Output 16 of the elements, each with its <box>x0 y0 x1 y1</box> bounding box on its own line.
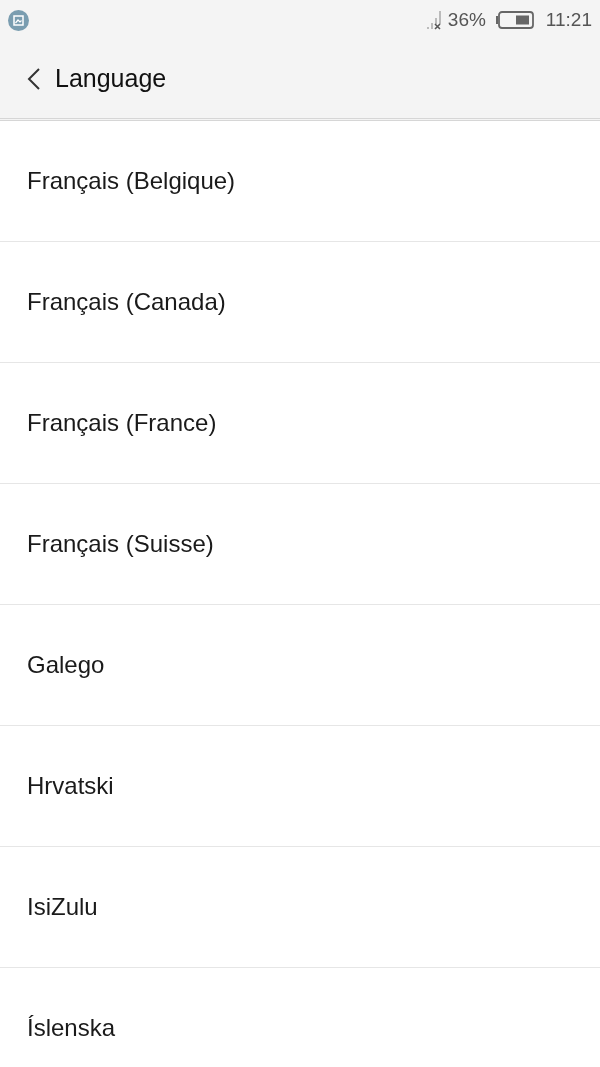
signal-icon <box>425 10 442 30</box>
language-item[interactable]: Français (Suisse) <box>0 484 600 605</box>
language-item[interactable]: Français (France) <box>0 363 600 484</box>
language-item[interactable]: IsiZulu <box>0 847 600 968</box>
clock-time: 11:21 <box>545 7 592 32</box>
language-item[interactable]: Français (Belgique) <box>0 121 600 242</box>
battery-percentage: 36% <box>447 7 486 32</box>
language-item[interactable]: Hrvatski <box>0 726 600 847</box>
language-item[interactable]: Galego <box>0 605 600 726</box>
back-button[interactable] <box>27 67 41 91</box>
back-icon <box>27 67 41 91</box>
battery-icon <box>495 11 534 29</box>
page-title: Language <box>55 63 167 95</box>
language-item[interactable]: Français (Canada) <box>0 242 600 363</box>
language-item[interactable]: Íslenska <box>0 968 600 1067</box>
notification-icon <box>8 9 29 31</box>
